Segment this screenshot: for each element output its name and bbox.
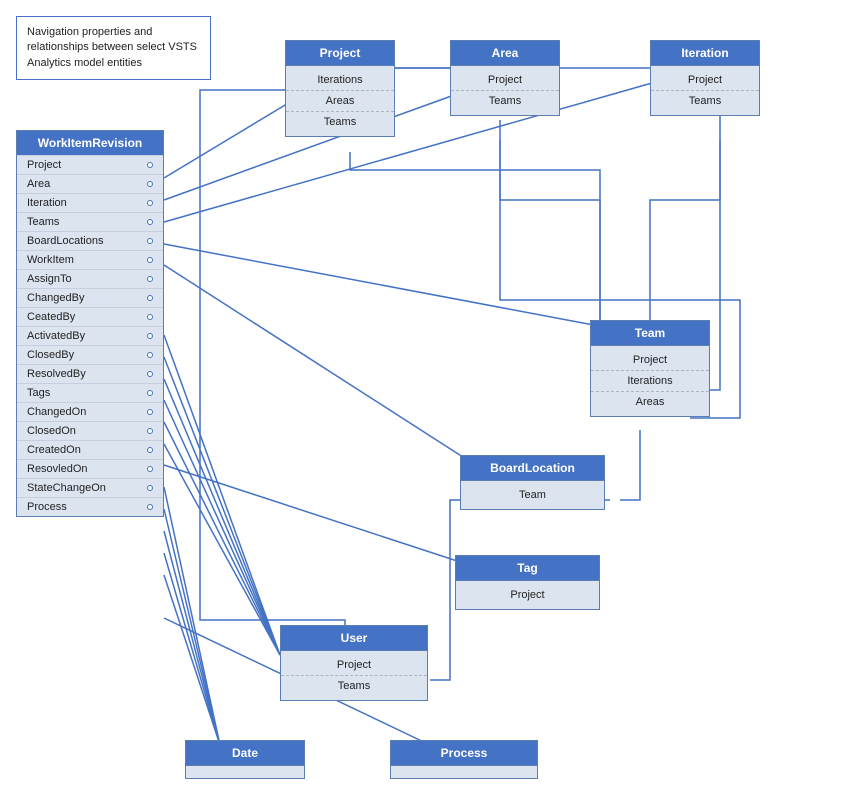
wir-field-tags: Tags bbox=[17, 383, 163, 402]
entity-tag: Tag Project bbox=[455, 555, 600, 610]
project-field-teams: Teams bbox=[286, 111, 394, 132]
entity-user-body: Project Teams bbox=[281, 651, 427, 700]
team-field-areas: Areas bbox=[591, 391, 709, 412]
connector-activatedby bbox=[147, 333, 153, 339]
connector-boardlocations bbox=[147, 238, 153, 244]
wir-field-area: Area bbox=[17, 174, 163, 193]
project-field-iterations: Iterations bbox=[286, 70, 394, 90]
entity-iteration-body: Project Teams bbox=[651, 66, 759, 115]
connector-changedon bbox=[147, 409, 153, 415]
connector-iteration bbox=[147, 200, 153, 206]
entity-team-body: Project Iterations Areas bbox=[591, 346, 709, 416]
note-box: Navigation properties and relationships … bbox=[16, 16, 211, 80]
wir-field-boardlocations: BoardLocations bbox=[17, 231, 163, 250]
entity-process-body bbox=[391, 766, 537, 778]
connector-changedby bbox=[147, 295, 153, 301]
team-field-iterations: Iterations bbox=[591, 370, 709, 391]
connector-ceatedby bbox=[147, 314, 153, 320]
wir-field-activatedby: ActivatedBy bbox=[17, 326, 163, 345]
boardlocation-field-team: Team bbox=[461, 485, 604, 505]
entity-project-header: Project bbox=[286, 41, 394, 66]
entity-team-header: Team bbox=[591, 321, 709, 346]
wir-field-workitem: WorkItem bbox=[17, 250, 163, 269]
wir-field-closedby: ClosedBy bbox=[17, 345, 163, 364]
connector-assignto bbox=[147, 276, 153, 282]
iteration-field-project: Project bbox=[651, 70, 759, 90]
entity-project: Project Iterations Areas Teams bbox=[285, 40, 395, 137]
team-field-project: Project bbox=[591, 350, 709, 370]
entity-iteration: Iteration Project Teams bbox=[650, 40, 760, 116]
entity-area: Area Project Teams bbox=[450, 40, 560, 116]
entity-date: Date bbox=[185, 740, 305, 779]
connector-resovledon bbox=[147, 466, 153, 472]
connector-statechangeon bbox=[147, 485, 153, 491]
area-field-project: Project bbox=[451, 70, 559, 90]
iteration-field-teams: Teams bbox=[651, 90, 759, 111]
connector-workitem bbox=[147, 257, 153, 263]
wir-field-createdon: CreatedOn bbox=[17, 440, 163, 459]
wir-field-closedon: ClosedOn bbox=[17, 421, 163, 440]
note-text: Navigation properties and relationships … bbox=[27, 26, 197, 69]
entity-tag-header: Tag bbox=[456, 556, 599, 581]
connector-createdon bbox=[147, 447, 153, 453]
user-field-teams: Teams bbox=[281, 675, 427, 696]
entity-user: User Project Teams bbox=[280, 625, 428, 701]
project-field-areas: Areas bbox=[286, 90, 394, 111]
tag-field-project: Project bbox=[456, 585, 599, 605]
wir-field-iteration: Iteration bbox=[17, 193, 163, 212]
wir-field-assignto: AssignTo bbox=[17, 269, 163, 288]
wir-field-changedon: ChangedOn bbox=[17, 402, 163, 421]
entity-user-header: User bbox=[281, 626, 427, 651]
entity-workitemrevision-header: WorkItemRevision bbox=[17, 131, 163, 155]
entity-workitemrevision: WorkItemRevision Project Area Iteration … bbox=[16, 130, 164, 517]
wir-field-teams: Teams bbox=[17, 212, 163, 231]
wir-field-resovledon: ResovledOn bbox=[17, 459, 163, 478]
connector-tags bbox=[147, 390, 153, 396]
diagram-container: Navigation properties and relationships … bbox=[0, 0, 850, 794]
connector-closedon bbox=[147, 428, 153, 434]
connector-teams bbox=[147, 219, 153, 225]
entity-process: Process bbox=[390, 740, 538, 779]
area-field-teams: Teams bbox=[451, 90, 559, 111]
wir-field-ceatedby: CeatedBy bbox=[17, 307, 163, 326]
entity-iteration-header: Iteration bbox=[651, 41, 759, 66]
connector-closedby bbox=[147, 352, 153, 358]
entity-boardlocation: BoardLocation Team bbox=[460, 455, 605, 510]
entity-area-header: Area bbox=[451, 41, 559, 66]
wir-field-resolvedby: ResolvedBy bbox=[17, 364, 163, 383]
connector-resolvedby bbox=[147, 371, 153, 377]
entity-boardlocation-body: Team bbox=[461, 481, 604, 509]
wir-field-changedby: ChangedBy bbox=[17, 288, 163, 307]
entity-date-header: Date bbox=[186, 741, 304, 766]
entity-process-header: Process bbox=[391, 741, 537, 766]
entity-tag-body: Project bbox=[456, 581, 599, 609]
connector-project bbox=[147, 162, 153, 168]
entity-project-body: Iterations Areas Teams bbox=[286, 66, 394, 136]
connector-area bbox=[147, 181, 153, 187]
entity-team: Team Project Iterations Areas bbox=[590, 320, 710, 417]
connector-process bbox=[147, 504, 153, 510]
wir-field-statechangeon: StateChangeOn bbox=[17, 478, 163, 497]
entity-boardlocation-header: BoardLocation bbox=[461, 456, 604, 481]
wir-field-project: Project bbox=[17, 155, 163, 174]
entity-date-body bbox=[186, 766, 304, 778]
user-field-project: Project bbox=[281, 655, 427, 675]
wir-field-process: Process bbox=[17, 497, 163, 516]
entity-area-body: Project Teams bbox=[451, 66, 559, 115]
